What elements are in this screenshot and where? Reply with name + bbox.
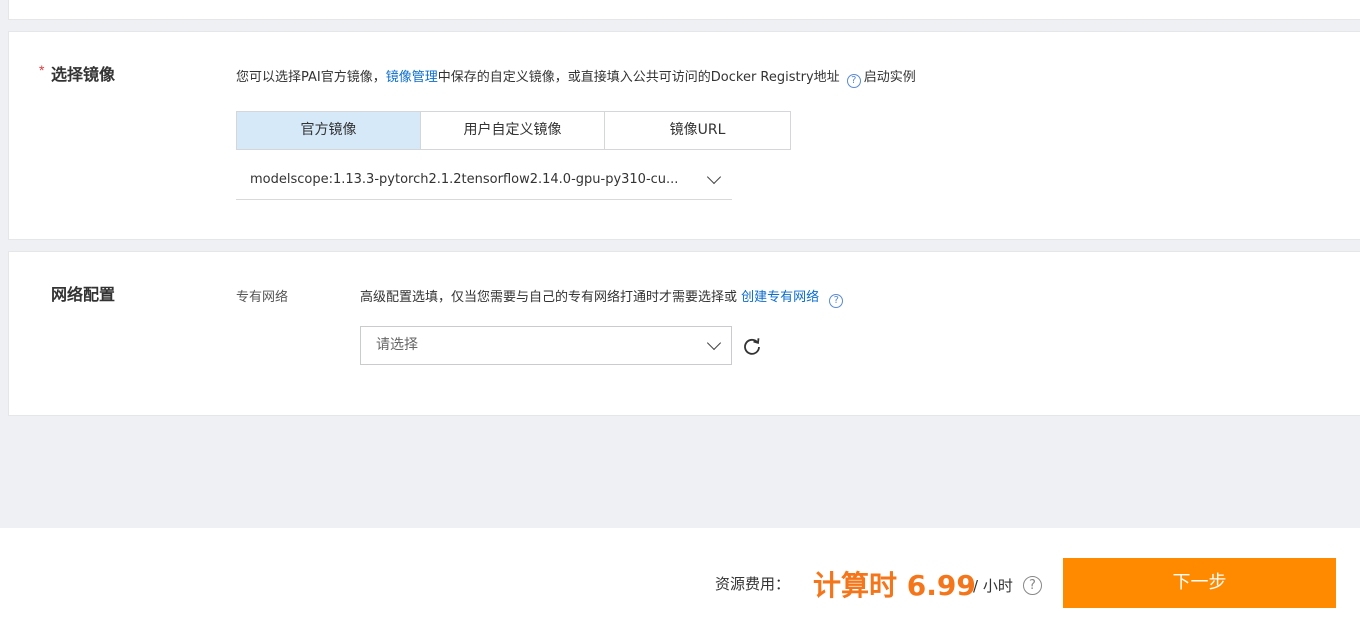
cost-value: 计算时 6.99 (813, 569, 976, 602)
cost-label: 资源费用： (715, 575, 791, 593)
tab-official-image[interactable]: 官方镜像 (237, 112, 421, 149)
refresh-icon[interactable] (742, 336, 762, 356)
image-management-link[interactable]: 镜像管理 (386, 70, 438, 85)
tab-custom-image[interactable]: 用户自定义镜像 (421, 112, 605, 149)
footer-bar: 资源费用： 计算时 6.99 / 小时 ? 下一步 (0, 528, 1360, 627)
vpc-select[interactable]: 请选择 (360, 326, 732, 365)
help-icon[interactable]: ? (846, 74, 861, 88)
network-description: 高级配置选填，仅当您需要与自己的专有网络打通时才需要选择或 创建专有网络 ? (360, 286, 846, 308)
section-title-image: 选择镜像 (51, 65, 116, 84)
chevron-down-icon (706, 169, 722, 185)
section-title-network: 网络配置 (51, 285, 116, 304)
next-step-button[interactable]: 下一步 (1063, 558, 1336, 608)
required-mark: * (39, 62, 45, 78)
previous-section-card (8, 0, 1360, 20)
chevron-down-icon (706, 335, 722, 351)
image-selection-card: * 选择镜像 您可以选择PAI官方镜像，镜像管理中保存的自定义镜像，或直接填入公… (8, 31, 1360, 240)
create-vpc-link[interactable]: 创建专有网络 (741, 290, 819, 305)
cost-unit: / 小时 (973, 577, 1013, 595)
selected-image-value: modelscope:1.13.3-pytorch2.1.2tensorflow… (250, 172, 679, 187)
vpc-select-placeholder: 请选择 (376, 337, 418, 353)
help-icon[interactable]: ? (829, 294, 844, 308)
vpc-label: 专有网络 (236, 290, 289, 305)
network-config-card: 网络配置 专有网络 高级配置选填，仅当您需要与自己的专有网络打通时才需要选择或 … (8, 251, 1360, 416)
image-description: 您可以选择PAI官方镜像，镜像管理中保存的自定义镜像，或直接填入公共可访问的Do… (236, 70, 916, 88)
image-source-tabs: 官方镜像 用户自定义镜像 镜像URL (236, 111, 791, 150)
image-version-select[interactable]: modelscope:1.13.3-pytorch2.1.2tensorflow… (236, 160, 732, 200)
tab-image-url[interactable]: 镜像URL (605, 112, 790, 149)
help-icon[interactable]: ? (1023, 576, 1042, 595)
